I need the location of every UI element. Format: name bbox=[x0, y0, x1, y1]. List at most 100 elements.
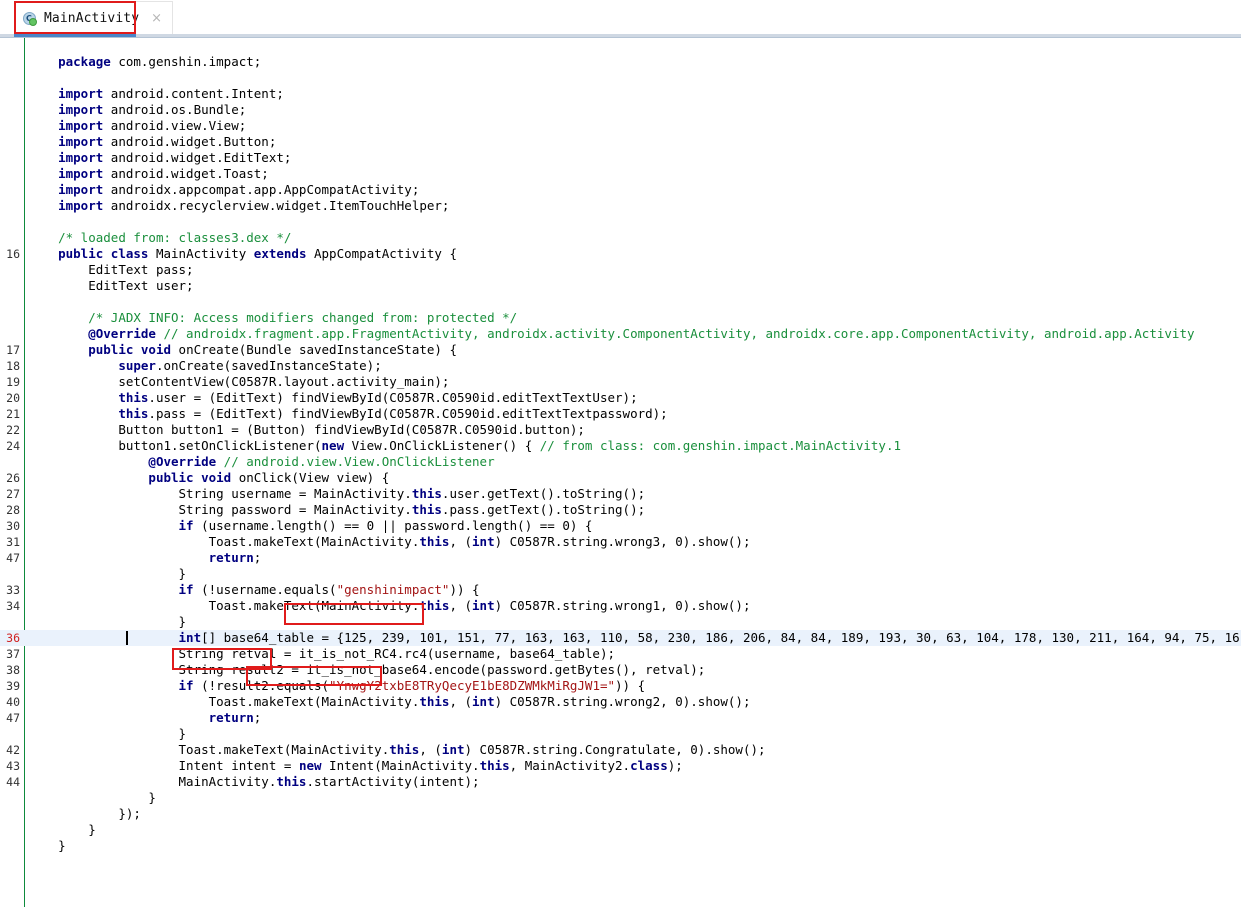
code-line-text: } bbox=[28, 614, 187, 630]
token-kw: int bbox=[178, 630, 202, 645]
code-line[interactable]: 42 Toast.makeText(MainActivity.this, (in… bbox=[0, 742, 1241, 758]
code-line[interactable]: import android.widget.EditText; bbox=[0, 150, 1241, 166]
code-line-text: EditText user; bbox=[28, 278, 193, 294]
code-line[interactable]: } bbox=[0, 822, 1241, 838]
token-kw: this bbox=[276, 774, 307, 789]
token-pln: , ( bbox=[449, 534, 473, 549]
line-number: 18 bbox=[6, 359, 20, 373]
code-line[interactable] bbox=[0, 38, 1241, 54]
code-line-text: if (username.length() == 0 || password.l… bbox=[28, 518, 593, 534]
code-line[interactable]: } bbox=[0, 790, 1241, 806]
code-line[interactable]: 18 super.onCreate(savedInstanceState); bbox=[0, 358, 1241, 374]
code-line[interactable]: import androidx.recyclerview.widget.Item… bbox=[0, 198, 1241, 214]
line-number: 34 bbox=[6, 599, 20, 613]
tab-mainactivity[interactable]: C MainActivity × bbox=[14, 1, 174, 34]
code-line[interactable]: 47 return; bbox=[0, 550, 1241, 566]
token-pln: , MainActivity2. bbox=[509, 758, 631, 773]
code-line[interactable]: } bbox=[0, 614, 1241, 630]
code-line[interactable]: 40 Toast.makeText(MainActivity.this, (in… bbox=[0, 694, 1241, 710]
token-pln: } bbox=[178, 566, 187, 581]
token-str: "genshinimpact" bbox=[336, 582, 450, 597]
code-line-text: if (!username.equals("genshinimpact")) { bbox=[28, 582, 480, 598]
code-line-text: import android.widget.Button; bbox=[28, 134, 276, 150]
code-line[interactable]: package com.genshin.impact; bbox=[0, 54, 1241, 70]
code-line[interactable]: /* loaded from: classes3.dex */ bbox=[0, 230, 1241, 246]
token-pln: android.view.View; bbox=[103, 118, 247, 133]
code-line[interactable]: 44 MainActivity.this.startActivity(inten… bbox=[0, 774, 1241, 790]
code-line[interactable]: 47 return; bbox=[0, 710, 1241, 726]
code-line[interactable]: 30 if (username.length() == 0 || passwor… bbox=[0, 518, 1241, 534]
token-pln: Button button1 = (Button) findViewById(C… bbox=[118, 422, 585, 437]
code-line[interactable]: } bbox=[0, 726, 1241, 742]
code-line[interactable]: 37 String retval = it_is_not_RC4.rc4(use… bbox=[0, 646, 1241, 662]
code-line[interactable]: EditText user; bbox=[0, 278, 1241, 294]
code-line-text: if (!result2.equals("YnwgY2txbE8TRyQecyE… bbox=[28, 678, 646, 694]
code-line[interactable]: 38 String result2 = it_is_not_base64.enc… bbox=[0, 662, 1241, 678]
code-line-current[interactable]: 36 int[] base64_table = {125, 239, 101, … bbox=[0, 630, 1241, 646]
code-line[interactable]: /* JADX INFO: Access modifiers changed f… bbox=[0, 310, 1241, 326]
code-line[interactable]: import android.content.Intent; bbox=[0, 86, 1241, 102]
code-line[interactable]: 17 public void onCreate(Bundle savedInst… bbox=[0, 342, 1241, 358]
token-pln: (username.length() == 0 || password.leng… bbox=[193, 518, 593, 533]
code-line[interactable]: 24 button1.setOnClickListener(new View.O… bbox=[0, 438, 1241, 454]
code-line[interactable]: import android.os.Bundle; bbox=[0, 102, 1241, 118]
code-line[interactable]: 34 Toast.makeText(MainActivity.this, (in… bbox=[0, 598, 1241, 614]
token-kw: int bbox=[472, 694, 495, 709]
token-pln: Toast.makeText(MainActivity. bbox=[208, 598, 420, 613]
code-line[interactable]: EditText pass; bbox=[0, 262, 1241, 278]
token-pln: ); bbox=[667, 758, 683, 773]
code-content[interactable]: package com.genshin.impact; import andro… bbox=[0, 38, 1241, 907]
code-line[interactable]: } bbox=[0, 838, 1241, 854]
code-line[interactable]: @Override // android.view.View.OnClickLi… bbox=[0, 454, 1241, 470]
code-line[interactable]: 16 public class MainActivity extends App… bbox=[0, 246, 1241, 262]
code-line-text: String password = MainActivity.this.pass… bbox=[28, 502, 646, 518]
code-line[interactable]: @Override // androidx.fragment.app.Fragm… bbox=[0, 326, 1241, 342]
token-pln: androidx.appcompat.app.AppCompatActivity… bbox=[103, 182, 420, 197]
close-icon[interactable]: × bbox=[151, 12, 162, 25]
token-pln: AppCompatActivity { bbox=[306, 246, 457, 261]
code-line-text: MainActivity.this.startActivity(intent); bbox=[28, 774, 480, 790]
code-line[interactable]: 26 public void onClick(View view) { bbox=[0, 470, 1241, 486]
token-pln bbox=[194, 470, 202, 485]
line-number: 20 bbox=[6, 391, 20, 405]
code-line[interactable]: import android.widget.Toast; bbox=[0, 166, 1241, 182]
token-kw: extends bbox=[253, 246, 307, 261]
code-line[interactable]: import android.view.View; bbox=[0, 118, 1241, 134]
code-line[interactable]: }); bbox=[0, 806, 1241, 822]
code-line[interactable]: 20 this.user = (EditText) findViewById(C… bbox=[0, 390, 1241, 406]
code-line[interactable]: 22 Button button1 = (Button) findViewByI… bbox=[0, 422, 1241, 438]
code-line-text: this.pass = (EditText) findViewById(C058… bbox=[28, 406, 667, 422]
code-line[interactable]: 28 String password = MainActivity.this.p… bbox=[0, 502, 1241, 518]
code-line[interactable]: 27 String username = MainActivity.this.u… bbox=[0, 486, 1241, 502]
token-kw: void bbox=[140, 342, 172, 357]
code-line-text: button1.setOnClickListener(new View.OnCl… bbox=[28, 438, 901, 454]
code-line[interactable]: 31 Toast.makeText(MainActivity.this, (in… bbox=[0, 534, 1241, 550]
token-kw: public bbox=[88, 342, 134, 357]
code-line[interactable] bbox=[0, 214, 1241, 230]
token-kw: import bbox=[58, 198, 104, 213]
code-line-text: import android.view.View; bbox=[28, 118, 246, 134]
code-line[interactable]: 21 this.pass = (EditText) findViewById(C… bbox=[0, 406, 1241, 422]
code-line[interactable]: } bbox=[0, 566, 1241, 582]
token-kw: package bbox=[58, 54, 111, 69]
code-line[interactable]: import android.widget.Button; bbox=[0, 134, 1241, 150]
java-class-icon: C bbox=[23, 11, 38, 26]
code-line[interactable]: 19 setContentView(C0587R.layout.activity… bbox=[0, 374, 1241, 390]
code-line[interactable] bbox=[0, 70, 1241, 86]
code-line[interactable]: import androidx.appcompat.app.AppCompatA… bbox=[0, 182, 1241, 198]
token-pln: Intent(MainActivity. bbox=[321, 758, 480, 773]
code-line-text: } bbox=[28, 726, 187, 742]
token-pln: View.OnClickListener() { bbox=[344, 438, 540, 453]
token-kw: int bbox=[472, 534, 495, 549]
token-kw: this bbox=[419, 534, 450, 549]
code-line[interactable]: 43 Intent intent = new Intent(MainActivi… bbox=[0, 758, 1241, 774]
code-line[interactable] bbox=[0, 294, 1241, 310]
code-editor[interactable]: package com.genshin.impact; import andro… bbox=[0, 38, 1241, 907]
code-line-text: Intent intent = new Intent(MainActivity.… bbox=[28, 758, 683, 774]
token-cm: /* loaded from: classes3.dex */ bbox=[58, 230, 292, 245]
token-pln: onCreate(Bundle savedInstanceState) { bbox=[171, 342, 457, 357]
line-number: 39 bbox=[6, 679, 20, 693]
code-line[interactable]: 39 if (!result2.equals("YnwgY2txbE8TRyQe… bbox=[0, 678, 1241, 694]
code-line[interactable]: 33 if (!username.equals("genshinimpact")… bbox=[0, 582, 1241, 598]
editor-tab-bar: C MainActivity × bbox=[0, 0, 1241, 38]
